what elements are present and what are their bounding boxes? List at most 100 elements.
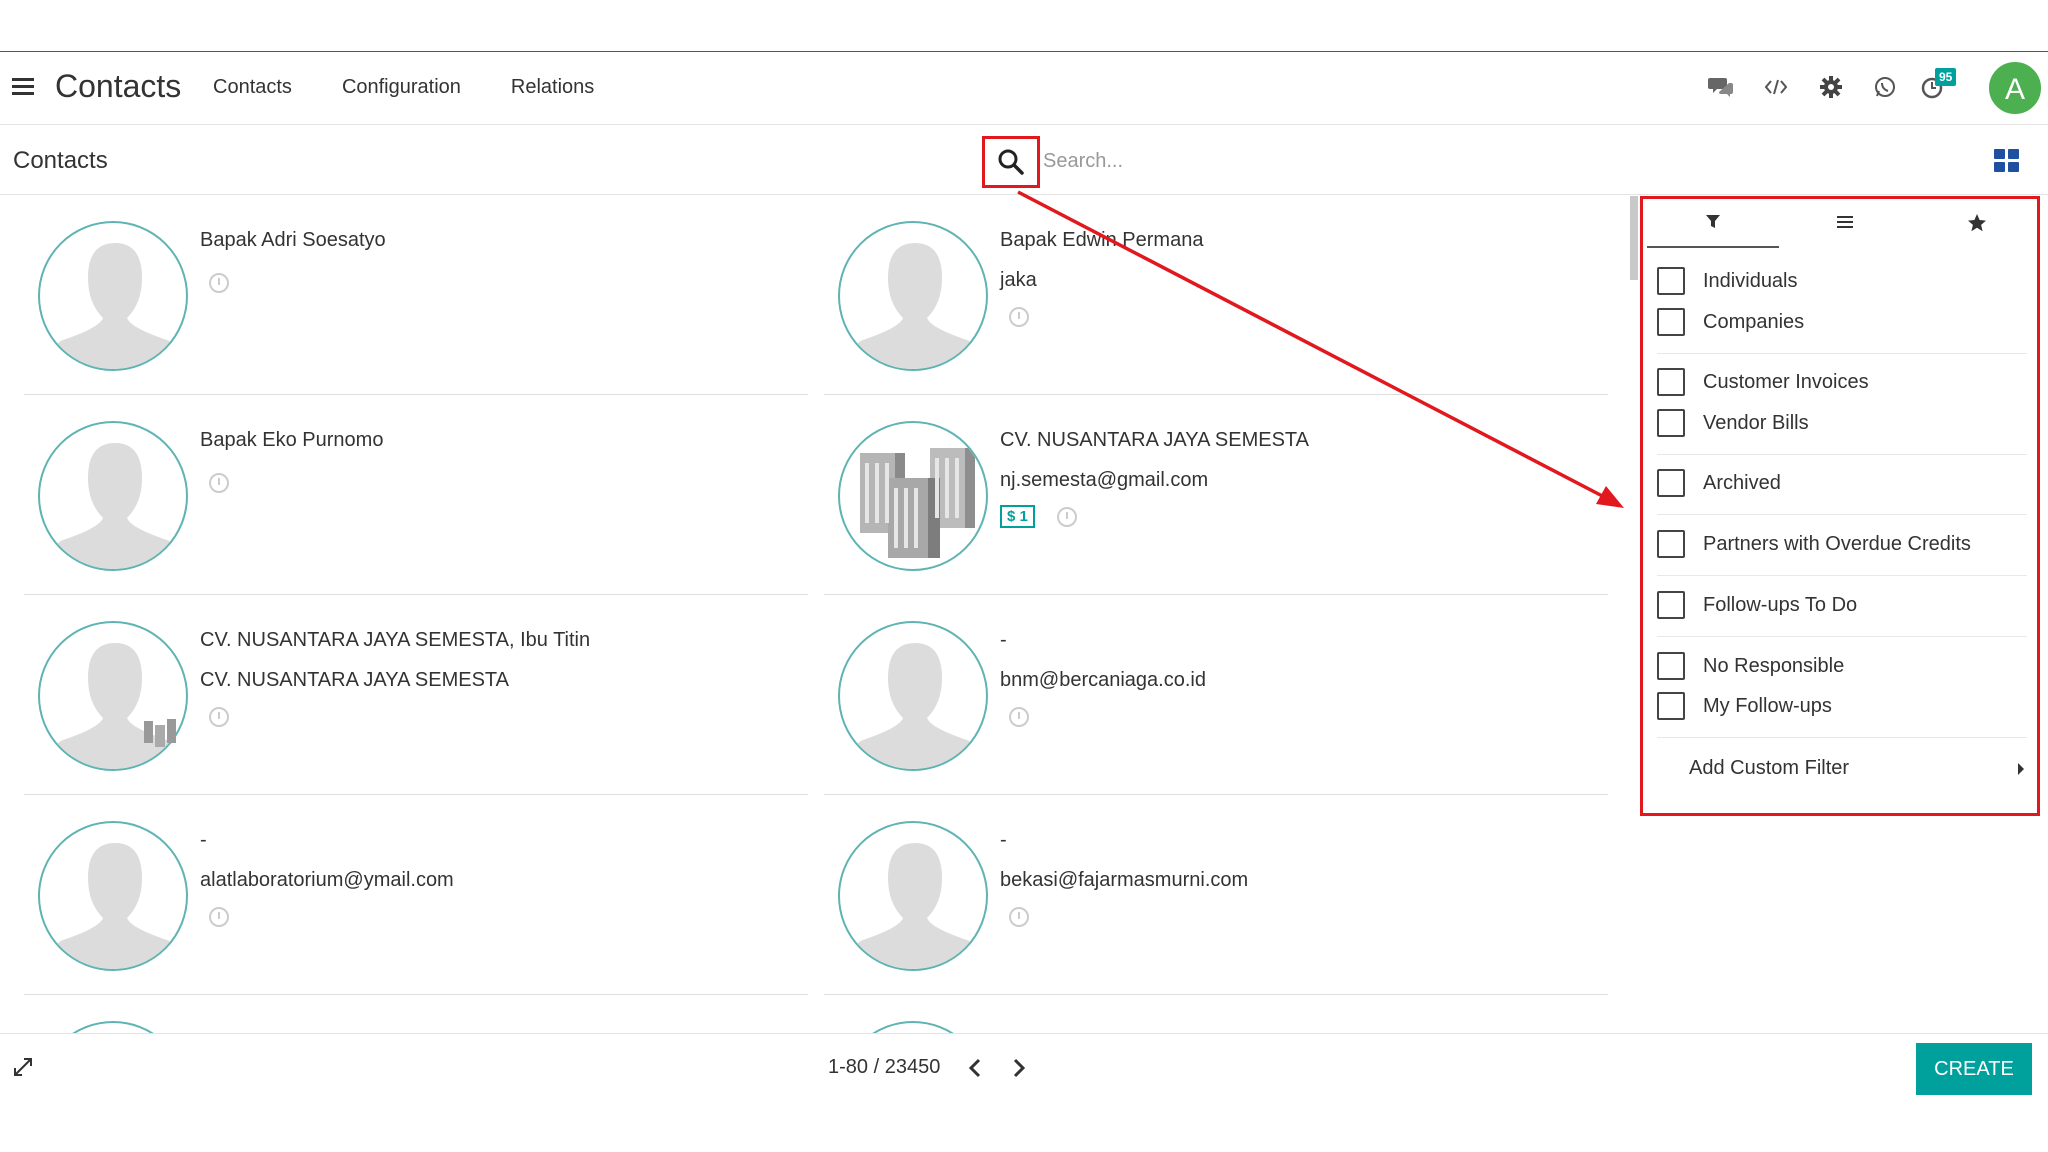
filter-overdue-credits[interactable]: Partners with Overdue Credits	[1657, 529, 1971, 559]
code-icon[interactable]	[1764, 78, 1788, 96]
person-silhouette-icon	[845, 243, 985, 369]
gear-icon[interactable]	[1819, 75, 1843, 99]
activity-clock-icon[interactable]	[209, 707, 229, 727]
tab-group-by[interactable]	[1779, 213, 1911, 237]
app-menu-icon[interactable]	[12, 74, 36, 98]
footer-bar: 1-80 / 23450 CREATE	[0, 1033, 2048, 1121]
filter-label: Customer Invoices	[1703, 370, 1869, 393]
filter-divider	[1657, 454, 2027, 455]
chat-icon[interactable]	[1708, 76, 1734, 98]
search-button[interactable]	[982, 136, 1040, 188]
contact-email: bnm@bercaniaga.co.id	[1000, 669, 1206, 691]
company-mini-icon	[144, 719, 176, 747]
invoice-badge[interactable]: $ 1	[1000, 505, 1035, 528]
contact-email: alatlaboratorium@ymail.com	[200, 869, 454, 891]
filter-checkbox[interactable]	[1657, 267, 1685, 295]
contact-card[interactable]	[824, 995, 1608, 1033]
user-avatar[interactable]: A	[1987, 60, 2043, 116]
contact-card[interactable]: Bapak Eko Purnomo	[24, 395, 808, 595]
filter-followups-todo[interactable]: Follow-ups To Do	[1657, 590, 1857, 620]
add-custom-filter[interactable]: Add Custom Filter	[1689, 757, 1849, 780]
contact-card[interactable]: - bekasi@fajarmasmurni.com	[824, 795, 1608, 995]
contact-card[interactable]: CV. NUSANTARA JAYA SEMESTA nj.semesta@gm…	[824, 395, 1608, 595]
activity-clock-icon[interactable]	[209, 473, 229, 493]
nav-item-relations[interactable]: Relations	[511, 76, 594, 99]
nav-item-configuration[interactable]: Configuration	[342, 76, 461, 99]
contact-card[interactable]: CV. NUSANTARA JAYA SEMESTA, Ibu Titin CV…	[24, 595, 808, 795]
activity-clock-icon[interactable]	[1057, 507, 1077, 527]
activity-clock-icon[interactable]	[209, 273, 229, 293]
filter-label: Archived	[1703, 471, 1781, 494]
contact-avatar	[838, 221, 988, 371]
filter-checkbox[interactable]	[1657, 368, 1685, 396]
filter-archived[interactable]: Archived	[1657, 468, 1781, 498]
filter-checkbox[interactable]	[1657, 469, 1685, 497]
top-margin	[0, 0, 2048, 52]
contact-company: CV. NUSANTARA JAYA SEMESTA	[200, 669, 509, 691]
contact-card[interactable]: Bapak Adri Soesatyo	[24, 195, 808, 395]
person-silhouette-icon	[45, 643, 185, 769]
person-silhouette-icon	[45, 243, 185, 369]
pager-next-icon[interactable]	[1012, 1058, 1026, 1078]
filter-companies[interactable]: Companies	[1657, 307, 1804, 337]
contact-email: nj.semesta@gmail.com	[1000, 469, 1209, 491]
activity-clock-icon[interactable]	[1009, 907, 1029, 927]
filter-my-followups[interactable]: My Follow-ups	[1657, 691, 1832, 721]
filter-checkbox[interactable]	[1657, 409, 1685, 437]
contact-card[interactable]: - alatlaboratorium@ymail.com	[24, 795, 808, 995]
filter-label: My Follow-ups	[1703, 694, 1832, 717]
pager-value[interactable]: 1-80 / 23450	[828, 1056, 940, 1079]
whatsapp-icon[interactable]	[1873, 75, 1897, 99]
expand-icon[interactable]	[12, 1056, 34, 1078]
list-icon	[1837, 216, 1853, 228]
filter-divider	[1657, 353, 2027, 354]
activity-clock-icon[interactable]	[209, 907, 229, 927]
tab-favorites[interactable]	[1911, 213, 2043, 239]
filter-checkbox[interactable]	[1657, 530, 1685, 558]
nav-item-contacts[interactable]: Contacts	[213, 76, 292, 99]
filter-checkbox[interactable]	[1657, 652, 1685, 680]
person-silhouette-icon	[45, 843, 185, 969]
kanban-view-button[interactable]	[1994, 149, 2020, 173]
filter-divider	[1657, 514, 2027, 515]
activity-clock-icon[interactable]	[1009, 707, 1029, 727]
pager-previous-icon[interactable]	[968, 1058, 982, 1078]
contact-avatar	[38, 821, 188, 971]
create-button[interactable]: CREATE	[1916, 1043, 2032, 1095]
filter-vendor-bills[interactable]: Vendor Bills	[1657, 408, 1809, 438]
contact-card[interactable]: Bapak Edwin Permana jaka	[824, 195, 1608, 395]
filter-checkbox[interactable]	[1657, 591, 1685, 619]
contact-avatar	[38, 221, 188, 371]
person-silhouette-icon	[45, 443, 185, 569]
contact-avatar	[38, 1021, 188, 1033]
filter-tabs	[1643, 199, 2037, 251]
activity-count-badge: 95	[1935, 68, 1957, 86]
star-icon	[1968, 214, 1986, 232]
contact-name: Bapak Edwin Permana	[1000, 229, 1204, 251]
filter-no-responsible[interactable]: No Responsible	[1657, 651, 1844, 681]
scrollbar-thumb[interactable]	[1630, 196, 1638, 280]
contact-name: Bapak Eko Purnomo	[200, 429, 384, 451]
contact-card[interactable]: - bnm@bercaniaga.co.id	[824, 595, 1608, 795]
filter-customer-invoices[interactable]: Customer Invoices	[1657, 367, 1869, 397]
filter-dropdown-panel: Individuals Companies Customer Invoices …	[1640, 196, 2040, 816]
filter-label: Individuals	[1703, 269, 1798, 292]
tab-filters[interactable]	[1647, 213, 1779, 237]
filter-label: Partners with Overdue Credits	[1703, 532, 1971, 555]
contact-card[interactable]	[24, 995, 808, 1033]
filter-checkbox[interactable]	[1657, 692, 1685, 720]
search-input[interactable]	[1043, 145, 1583, 177]
filter-checkbox[interactable]	[1657, 308, 1685, 336]
activity-clock-icon[interactable]	[1009, 307, 1029, 327]
filter-individuals[interactable]: Individuals	[1657, 266, 1798, 296]
caret-right-icon	[2018, 763, 2024, 775]
search-icon	[998, 149, 1024, 175]
contact-name: -	[1000, 829, 1007, 851]
nav-menu: Contacts Configuration Relations	[213, 76, 644, 99]
active-tab-indicator	[1647, 246, 1779, 248]
person-silhouette-icon	[845, 843, 985, 969]
filter-icon	[1706, 215, 1720, 228]
company-avatar	[838, 421, 988, 571]
contact-avatar	[838, 621, 988, 771]
filter-divider	[1657, 636, 2027, 637]
